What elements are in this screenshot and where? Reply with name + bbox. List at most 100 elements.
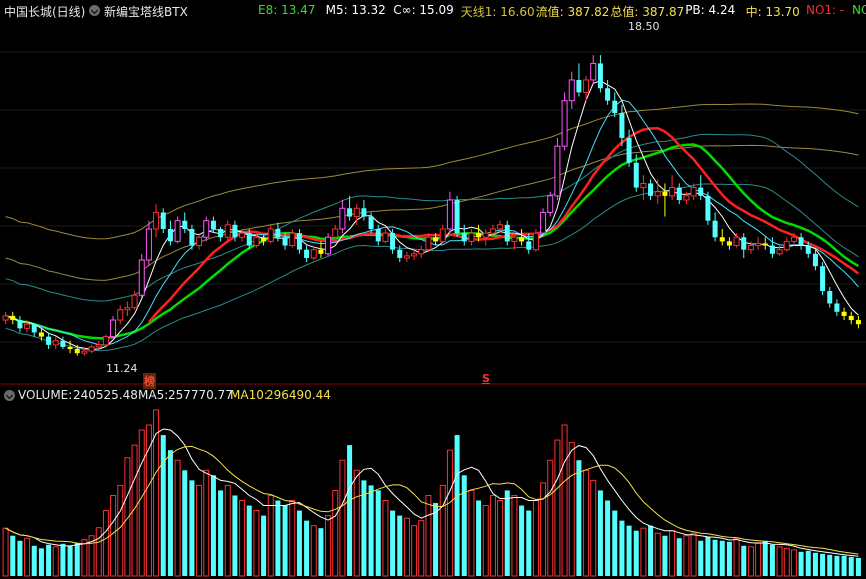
header-item-6: PB: 4.24: [685, 3, 736, 17]
volume-bar: [698, 540, 704, 576]
candle-body: [433, 237, 439, 242]
indicator-name[interactable]: 新编宝塔线BTX: [104, 3, 188, 20]
header-item-3: 天线1: 16.60: [460, 5, 535, 19]
candle-body: [310, 249, 317, 259]
candle-body: [820, 266, 826, 292]
candle-body: [676, 187, 682, 200]
volume-bar: [747, 546, 754, 577]
volume-bar: [433, 503, 439, 576]
volume-bar: [153, 409, 160, 577]
volume-bar: [31, 545, 37, 576]
indicator-menu-icon[interactable]: [89, 5, 100, 16]
candle-body: [224, 224, 231, 238]
header-item-4: 流值: 387.82: [535, 5, 610, 19]
header-item-7: 中: 13.70: [745, 5, 800, 19]
candle-body: [232, 224, 238, 238]
volume-bar: [318, 528, 324, 576]
candle-body: [747, 245, 754, 251]
volume-bar: [439, 484, 446, 577]
volume-bar: [519, 505, 525, 576]
volume-bar: [648, 525, 654, 576]
volume-bar: [368, 485, 374, 576]
volume-bar: [482, 505, 489, 577]
candle-body: [24, 323, 31, 329]
candle-body: [60, 340, 66, 347]
candle-body: [182, 220, 188, 229]
candle-body: [583, 79, 590, 93]
volume-bar: [296, 510, 302, 576]
volume-bar: [282, 505, 288, 576]
volume-bar: [110, 494, 117, 577]
candle-body: [52, 340, 59, 346]
candle-body: [662, 191, 668, 196]
candle-body: [17, 320, 23, 329]
candle-body: [10, 315, 16, 321]
header-item-5: 总值: 387.87: [610, 5, 685, 19]
candle-body: [841, 311, 847, 316]
candle-body: [124, 307, 131, 311]
kline-chart-window: { "header": { "stock_name": "中国长城(日线)", …: [0, 0, 866, 579]
candle-body: [347, 208, 353, 217]
price-panel-header: 中国长城(日线) 新编宝塔线BTX E8: 13.47 M5: 13.32 C∞: …: [0, 0, 866, 20]
volume-bar: [683, 535, 690, 577]
stock-name[interactable]: 中国长城(日线): [4, 3, 85, 20]
candle-body: [511, 236, 518, 242]
volume-bar: [848, 556, 854, 576]
volume-bar: [454, 435, 460, 576]
volume-bar: [726, 541, 732, 576]
volume-bar: [497, 500, 504, 577]
volume-bar: [576, 460, 582, 576]
bang-badge: 榜: [143, 373, 156, 389]
volume-bar: [834, 555, 840, 576]
candle-body: [196, 236, 203, 247]
candle-body: [726, 241, 732, 246]
volume-bar: [468, 489, 475, 577]
candle-body: [390, 233, 396, 250]
low-price-label: 11.24: [106, 362, 138, 375]
header-item-2: C∞: 15.09: [393, 3, 454, 17]
volume-bar: [798, 551, 804, 576]
volume-bar: [218, 490, 224, 576]
candle-body: [568, 79, 575, 102]
volume-bar: [741, 545, 747, 576]
candle-body: [375, 228, 381, 242]
candle-body: [827, 291, 833, 304]
candle-body: [218, 228, 224, 238]
volume-bar: [203, 469, 210, 577]
candle-body: [368, 216, 374, 229]
candle-body: [798, 237, 804, 246]
volume-bar: [511, 494, 518, 577]
candle-body: [540, 211, 547, 234]
candle-body: [683, 195, 690, 201]
candle-body: [167, 228, 173, 242]
candle-body: [855, 320, 861, 325]
volume-bar: [633, 530, 639, 576]
candle-body: [755, 242, 762, 247]
price-grid: [0, 51, 866, 343]
candle-body: [174, 220, 181, 242]
volume-bar: [605, 500, 611, 576]
volume-menu-icon[interactable]: [4, 390, 15, 401]
volume-bar: [590, 479, 597, 577]
volume-bar: [196, 484, 203, 577]
candle-body: [576, 79, 582, 93]
volume-panel-header: VOLUME: 240525.48 MA5: 257770.77 MA10: 2…: [0, 388, 866, 404]
volume-bar: [160, 435, 166, 576]
volume-bar: [210, 475, 216, 576]
volume-value: 240525.48: [73, 388, 138, 402]
volume-bar: [547, 459, 554, 577]
volume-bar: [690, 532, 697, 577]
volume-bar: [776, 546, 783, 577]
candle-body: [504, 224, 510, 242]
candle-body: [267, 228, 274, 242]
teal-band-line: [5, 133, 859, 302]
candle-body: [446, 199, 453, 230]
candle-body: [296, 233, 302, 250]
volume-bar: [532, 500, 539, 577]
candle-body: [353, 207, 360, 218]
volume-bar: [733, 537, 740, 577]
volume-bar: [762, 540, 768, 576]
candle-body: [605, 88, 611, 101]
candle-body: [812, 253, 818, 267]
candle-body: [648, 183, 654, 196]
